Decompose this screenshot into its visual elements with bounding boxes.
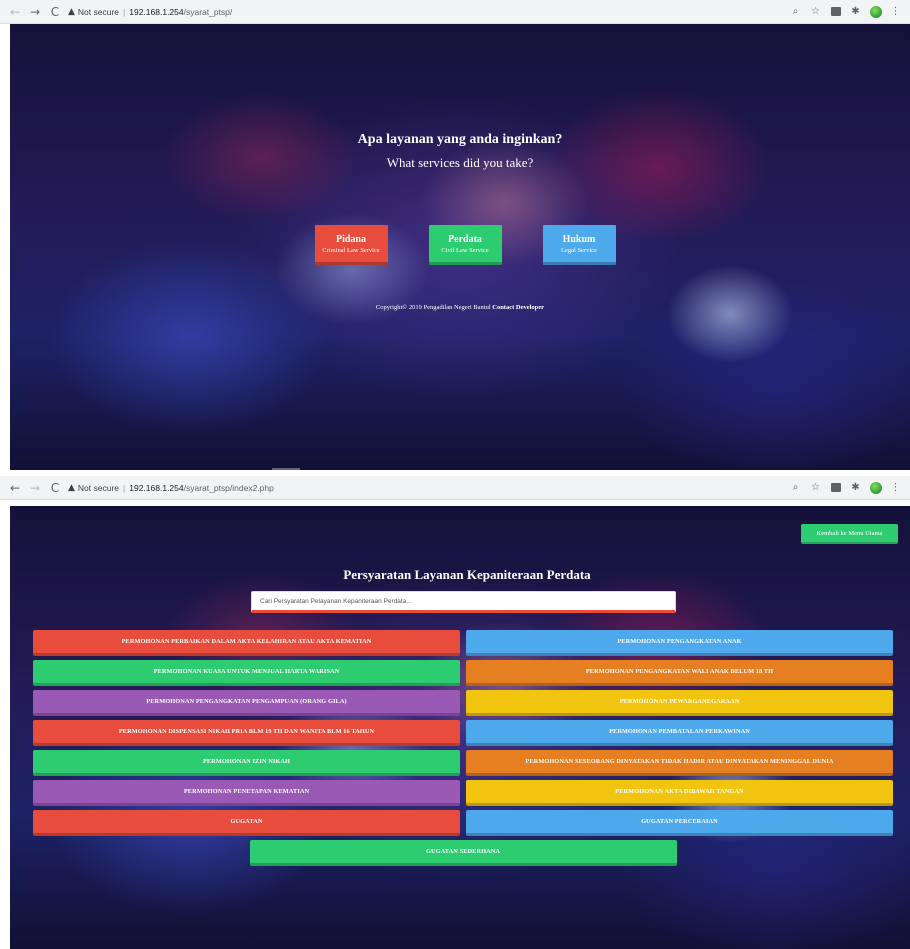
req-pewarganegaraan[interactable]: PERMOHONAN PEWARGANEGARAAN — [466, 690, 893, 716]
question-heading: Apa layanan yang anda inginkan? — [357, 132, 563, 147]
browser-toolbar: ← → C ▲ Not secure | 192.168.1.254/syara… — [0, 0, 910, 24]
forward-arrow-icon[interactable]: → — [26, 3, 44, 21]
scroll-indicator[interactable] — [272, 468, 300, 470]
req-pengangkatan-anak[interactable]: PERMOHONAN PENGANGKATAN ANAK — [466, 630, 893, 656]
reload-icon[interactable]: C — [46, 3, 64, 21]
search-input[interactable] — [251, 591, 676, 613]
reload-icon[interactable]: C — [46, 479, 64, 497]
question-subheading: What services did you take? — [386, 155, 534, 170]
address-bar[interactable]: ▲ Not secure | 192.168.1.254/syarat_ptsp… — [68, 479, 789, 496]
browser-toolbar: ← → C ▲ Not secure | 192.168.1.254/syara… — [0, 476, 910, 500]
url-path: /syarat_ptsp/ — [183, 6, 233, 17]
page-title: Persyaratan Layanan Kepaniteraan Perdata — [343, 567, 591, 582]
copyright-text: Copyright© 2019 Pengadilan Negeri Bantul — [375, 304, 491, 311]
req-wali-anak[interactable]: PERMOHONAN PENGANGKATAN WALI ANAK BELUM … — [466, 660, 893, 686]
req-gugatan-perceraian[interactable]: GUGATAN PERCERAIAN — [466, 810, 893, 836]
browser-window-perdata: ← → C ▲ Not secure | 192.168.1.254/syara… — [0, 474, 910, 949]
service-title: Hukum — [562, 233, 596, 245]
back-arrow-icon[interactable]: ← — [6, 3, 24, 21]
puzzle-icon[interactable]: ✱ — [849, 5, 862, 18]
url-host: 192.168.1.254 — [129, 482, 184, 493]
extension-icon[interactable] — [829, 481, 842, 494]
req-akta-dibawah-tangan[interactable]: PERMOHONAN AKTA DIBAWAH TANGAN — [466, 780, 893, 806]
req-kuasa-menjual[interactable]: PERMOHONAN KUASA UNTUK MENJUAL HARTA WAR… — [33, 660, 460, 686]
menu-dots-icon[interactable]: ⋮ — [889, 5, 902, 18]
puzzle-icon[interactable]: ✱ — [849, 481, 862, 494]
star-icon[interactable]: ☆ — [809, 5, 822, 18]
page-viewport: Apa layanan yang anda inginkan? What ser… — [10, 24, 910, 470]
profile-icon[interactable] — [869, 481, 882, 494]
req-izin-nikah[interactable]: PERMOHONAN IZIN NIKAH — [33, 750, 460, 776]
forward-arrow-icon[interactable]: → — [26, 479, 44, 497]
req-gugatan[interactable]: GUGATAN — [33, 810, 460, 836]
service-title: Pidana — [335, 233, 366, 245]
req-dispensasi-nikah[interactable]: PERMOHONAN DISPENSASI NIKAH PRIA BLM 19 … — [33, 720, 460, 746]
req-penetapan-kematian[interactable]: PERMOHONAN PENETAPAN KEMATIAN — [33, 780, 460, 806]
copyright: Copyright© 2019 Pengadilan Negeri Bantul… — [10, 304, 910, 311]
browser-tools: ⌕ ☆ ✱ ⋮ — [789, 5, 904, 18]
back-to-menu-button[interactable]: Kembali ke Menu Utama — [801, 524, 898, 544]
url-separator: | — [123, 482, 126, 493]
nav-buttons: ← → C — [6, 3, 64, 21]
hukum-button[interactable]: Hukum Legal Service — [542, 225, 616, 265]
profile-icon[interactable] — [869, 5, 882, 18]
page-viewport: Kembali ke Menu Utama Persyaratan Layana… — [10, 506, 910, 949]
star-icon[interactable]: ☆ — [809, 481, 822, 494]
url-separator: | — [123, 6, 126, 17]
menu-dots-icon[interactable]: ⋮ — [889, 481, 902, 494]
browser-tools: ⌕ ☆ ✱ ⋮ — [789, 481, 904, 494]
contact-developer-link[interactable]: Contact Developer — [492, 304, 544, 311]
req-gugatan-sederhana[interactable]: GUGATAN SEDERHANA — [249, 840, 677, 866]
security-label: Not secure — [77, 6, 120, 17]
service-subtitle: Criminal Law Service — [322, 246, 380, 254]
req-tidak-hadir[interactable]: PERMOHONAN SESEORANG DINYATAKAN TIDAK HA… — [466, 750, 893, 776]
req-perbaikan-akta[interactable]: PERMOHONAN PERBAIKAN DALAM AKTA KELAHIRA… — [33, 630, 460, 656]
service-buttons: Pidana Criminal Law Service Perdata Civi… — [10, 225, 910, 265]
service-subtitle: Civil Law Service — [441, 246, 489, 254]
url-path: /syarat_ptsp/index2.php — [183, 482, 274, 493]
req-pembatalan-perkawinan[interactable]: PERMOHONAN PEMBATALAN PERKAWINAN — [466, 720, 893, 746]
perdata-button[interactable]: Perdata Civil Law Service — [428, 225, 502, 265]
pidana-button[interactable]: Pidana Criminal Law Service — [314, 225, 388, 265]
requirements-grid: PERMOHONAN PERBAIKAN DALAM AKTA KELAHIRA… — [33, 630, 893, 866]
zoom-icon[interactable]: ⌕ — [789, 5, 802, 18]
warning-icon: ▲ — [68, 6, 75, 17]
service-subtitle: Legal Service — [561, 246, 597, 254]
warning-icon: ▲ — [68, 482, 75, 493]
browser-window-home: ← → C ▲ Not secure | 192.168.1.254/syara… — [0, 0, 910, 470]
zoom-icon[interactable]: ⌕ — [789, 481, 802, 494]
security-label: Not secure — [77, 482, 120, 493]
back-arrow-icon[interactable]: ← — [6, 479, 24, 497]
hero: Apa layanan yang anda inginkan? What ser… — [10, 132, 910, 171]
address-bar[interactable]: ▲ Not secure | 192.168.1.254/syarat_ptsp… — [68, 3, 789, 20]
nav-buttons: ← → C — [6, 479, 64, 497]
url-host: 192.168.1.254 — [129, 6, 184, 17]
service-title: Perdata — [448, 233, 482, 245]
req-pengampuan[interactable]: PERMOHONAN PENGANGKATAN PENGAMPUAN (ORAN… — [33, 690, 460, 716]
extension-icon[interactable] — [829, 5, 842, 18]
